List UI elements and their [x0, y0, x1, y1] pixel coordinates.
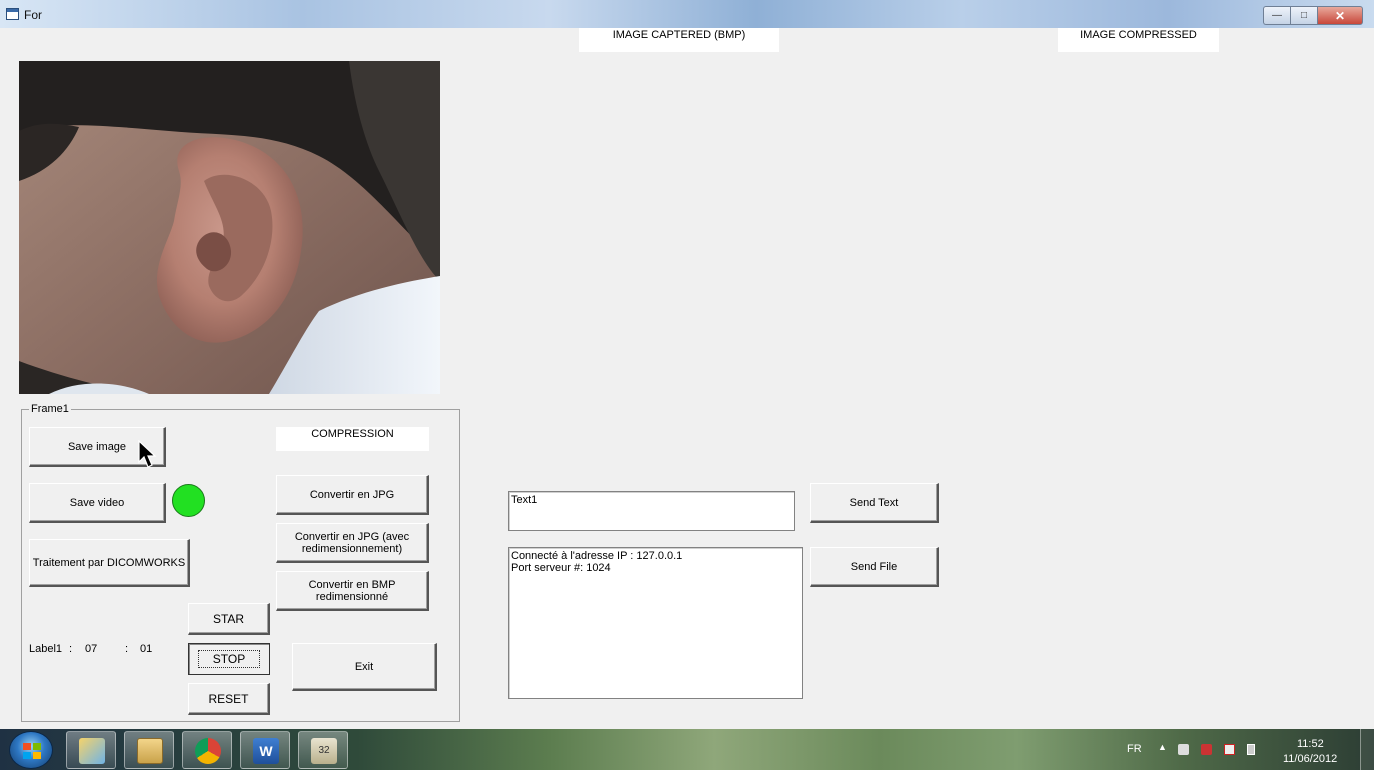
taskbar-item-app32[interactable]: 32	[298, 731, 348, 769]
stop-button[interactable]: STOP	[188, 643, 270, 675]
taskbar-item-files[interactable]	[124, 731, 174, 769]
start-label: STAR	[212, 611, 245, 626]
maximize-button[interactable]: □	[1290, 6, 1317, 25]
timer-separator-1: :	[69, 643, 73, 655]
stop-label: STOP	[197, 650, 261, 668]
taskbar-item-word[interactable]: W	[240, 731, 290, 769]
window-controls: — □ ✕	[1263, 6, 1363, 25]
send-file-label: Send File	[850, 560, 898, 573]
image-captured-label: IMAGE CAPTERED (BMP)	[579, 28, 779, 52]
convert-jpg-button[interactable]: Convertir en JPG	[276, 475, 429, 515]
save-image-label: Save image	[67, 440, 127, 453]
language-indicator[interactable]: FR	[1127, 743, 1142, 755]
camera-preview	[19, 61, 440, 394]
taskbar-item-chrome[interactable]	[182, 731, 232, 769]
app-icon	[6, 8, 19, 20]
taskbar-item-explorer[interactable]	[66, 731, 116, 769]
send-text-button[interactable]: Send Text	[810, 483, 939, 523]
save-video-label: Save video	[69, 496, 125, 509]
volume-icon[interactable]	[1178, 744, 1189, 755]
timer-label: Label1	[29, 643, 63, 655]
log-line-ip: Connecté à l'adresse IP : 127.0.0.1	[511, 550, 683, 562]
log-line-port: Port serveur #: 1024	[511, 562, 611, 574]
dicomworks-button[interactable]: Traitement par DICOMWORKS	[29, 539, 190, 587]
convert-bmp-resize-label: Convertir en BMP redimensionné	[308, 578, 396, 603]
send-file-button[interactable]: Send File	[810, 547, 939, 587]
reset-button[interactable]: RESET	[188, 683, 270, 715]
connection-log-textarea[interactable]: Connecté à l'adresse IP : 127.0.0.1 Port…	[508, 547, 803, 699]
app-32-icon: 32	[311, 738, 337, 764]
window-title: For	[24, 8, 42, 22]
exit-button[interactable]: Exit	[292, 643, 437, 691]
text-input-field[interactable]: Text1	[508, 491, 795, 531]
network-icon[interactable]	[1201, 744, 1212, 755]
taskbar: W 32 FR ▲ 11:52 11/06/2012	[0, 729, 1374, 770]
action-center-icon[interactable]	[1224, 744, 1235, 755]
save-video-button[interactable]: Save video	[29, 483, 166, 523]
windows-explorer-icon	[79, 738, 105, 764]
status-led-indicator	[172, 484, 205, 517]
tray-expand-icon[interactable]: ▲	[1158, 742, 1169, 753]
battery-icon[interactable]	[1247, 744, 1255, 755]
reset-label: RESET	[208, 691, 249, 706]
show-desktop-button[interactable]	[1360, 729, 1374, 770]
convert-jpg-label: Convertir en JPG	[309, 488, 395, 501]
convert-jpg-resize-button[interactable]: Convertir en JPG (avec redimensionnement…	[276, 523, 429, 563]
mouse-cursor-icon	[138, 440, 157, 468]
image-compressed-label: IMAGE COMPRESSED	[1058, 28, 1219, 52]
start-button-windows-icon[interactable]	[9, 731, 53, 769]
timer-separator-2: :	[125, 643, 129, 655]
start-button[interactable]: STAR	[188, 603, 270, 635]
word-icon: W	[253, 738, 279, 764]
convert-jpg-resize-label: Convertir en JPG (avec redimensionnement…	[294, 530, 410, 555]
convert-bmp-resize-button[interactable]: Convertir en BMP redimensionné	[276, 571, 429, 611]
timer-minutes: 07	[85, 643, 98, 655]
clock-time[interactable]: 11:52	[1297, 738, 1324, 750]
title-bar: For — □ ✕	[0, 0, 1374, 28]
dicomworks-label: Traitement par DICOMWORKS	[32, 556, 186, 569]
chrome-icon	[195, 738, 221, 764]
clock-date[interactable]: 11/06/2012	[1283, 753, 1337, 765]
compression-label: COMPRESSION	[276, 427, 429, 451]
timer-seconds: 01	[140, 643, 153, 655]
frame1-title: Frame1	[29, 403, 71, 415]
camera-image	[19, 61, 440, 394]
text-input-value: Text1	[511, 494, 538, 506]
minimize-button[interactable]: —	[1263, 6, 1290, 25]
exit-label: Exit	[354, 660, 374, 673]
close-button[interactable]: ✕	[1317, 6, 1363, 25]
file-manager-icon	[137, 738, 163, 764]
send-text-label: Send Text	[849, 496, 899, 509]
